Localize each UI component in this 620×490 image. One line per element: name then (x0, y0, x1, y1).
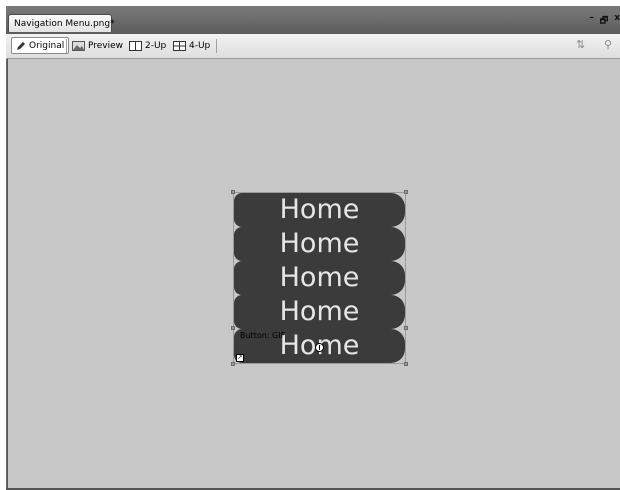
slice-label: Button: GIF (240, 331, 286, 340)
nav-button-home[interactable]: Home (234, 261, 405, 295)
zoom-icon[interactable]: ⚲ (604, 38, 612, 51)
document-tab-title: Navigation Menu.png* (14, 19, 115, 29)
two-up-view-button[interactable]: 2-Up (129, 37, 166, 54)
selection-handle[interactable] (231, 362, 235, 366)
original-view-label: Original (29, 40, 65, 51)
nav-button-label: Home (279, 296, 360, 327)
four-up-view-label: 4-Up (189, 40, 211, 51)
preview-view-button[interactable]: Preview (72, 37, 123, 54)
close-icon[interactable]: x (614, 13, 620, 27)
restore-icon[interactable]: 🗗 (600, 13, 608, 27)
toolbar-divider (66, 39, 67, 53)
selection-handle[interactable] (404, 190, 408, 194)
preview-view-label: Preview (88, 40, 124, 51)
selection-handle[interactable] (404, 362, 408, 366)
pencil-icon (17, 41, 25, 50)
two-up-view-label: 2-Up (145, 40, 167, 51)
preview-image-icon (72, 40, 85, 51)
nav-button-label: Home (279, 228, 360, 259)
symbol-shortcut-icon: ↗ (236, 354, 244, 362)
cursor-icon (315, 343, 324, 352)
nav-button-home[interactable]: Home (234, 193, 405, 227)
nav-button-home[interactable]: Home (234, 227, 405, 261)
two-up-icon (129, 40, 142, 51)
minimize-icon[interactable]: – (589, 13, 594, 27)
toolbar-divider (216, 39, 217, 53)
selection-handle[interactable] (231, 190, 235, 194)
four-up-icon (173, 40, 186, 51)
nav-button-label: Home (279, 194, 360, 225)
tool-options-icon[interactable]: ⇅ (576, 38, 585, 51)
view-toolbar: Original Preview 2-Up 4-Up ⇅ ⚲ (6, 34, 620, 59)
nav-button-label: Home (279, 262, 360, 293)
document-tab[interactable]: Navigation Menu.png* (8, 14, 115, 32)
nav-button-home[interactable]: Home (234, 295, 405, 329)
four-up-view-button[interactable]: 4-Up (173, 37, 210, 54)
selection-handle[interactable] (404, 326, 408, 330)
selection-handle[interactable] (231, 326, 235, 330)
window-controls: – 🗗 x (589, 13, 620, 27)
original-view-button[interactable]: Original (11, 37, 70, 54)
